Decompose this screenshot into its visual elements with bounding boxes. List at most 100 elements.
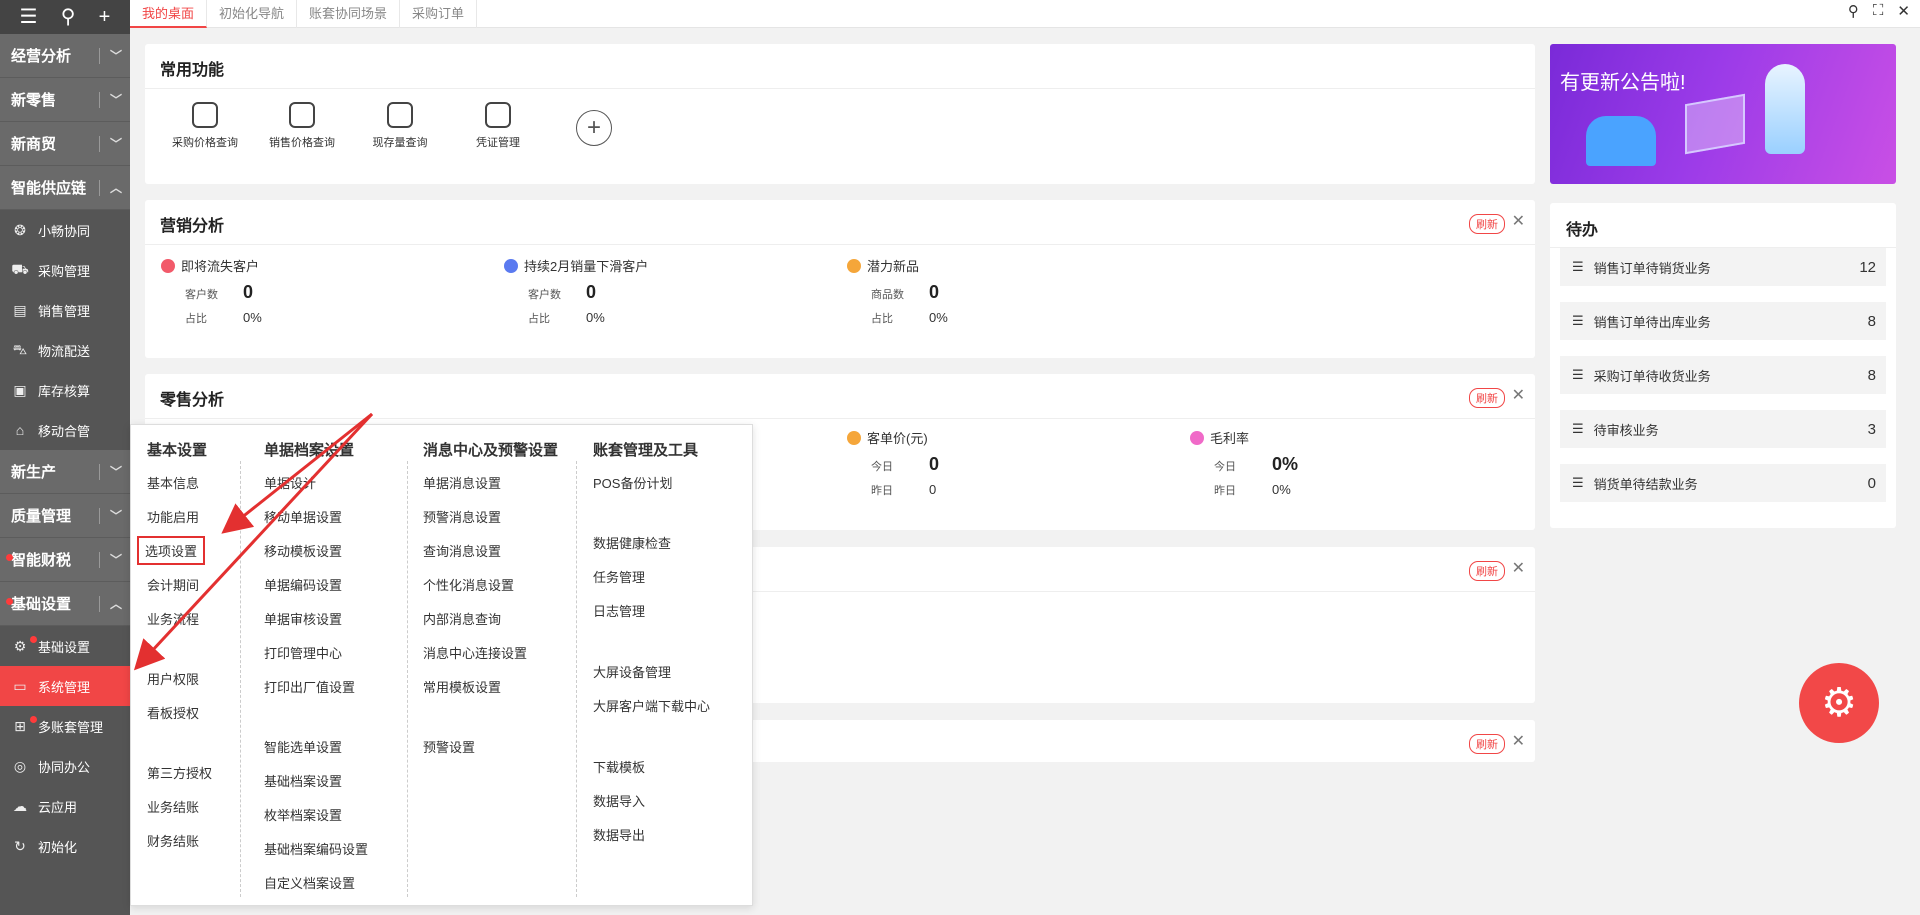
fullscreen-icon[interactable]: ⛶ — [1873, 2, 1884, 20]
menu-item[interactable]: 基本信息 — [147, 473, 199, 492]
menu-item[interactable]: 数据导入 — [593, 791, 645, 810]
announcement-banner[interactable]: 有更新公告啦! — [1550, 44, 1896, 184]
chevron-down-icon: ﹀ — [110, 509, 123, 523]
func-purchase-price[interactable]: 采购价格查询 — [160, 102, 250, 150]
sidebar-group-smart-supply[interactable]: 智能供应链 ︿ — [0, 166, 130, 210]
todo-item[interactable]: ☰ 销货单待结款业务 0 — [1560, 464, 1886, 502]
tab-init-nav[interactable]: 初始化导航 — [207, 0, 298, 28]
todo-label: 采购订单待收货业务 — [1593, 368, 1711, 384]
add-function-button[interactable]: + — [576, 110, 612, 146]
close-icon[interactable]: ✕ — [1512, 385, 1525, 405]
refresh-icon: ↻ — [14, 837, 26, 854]
menu-item[interactable]: 内部消息查询 — [423, 609, 501, 628]
settings-gear-button[interactable]: ⚙ — [1799, 663, 1879, 743]
menu-item[interactable]: 数据导出 — [593, 825, 645, 844]
sidebar-item-logistics[interactable]: ⛍ 物流配送 — [0, 330, 130, 370]
cloud-icon: ☁ — [13, 797, 27, 814]
menu-item[interactable]: 智能选单设置 — [264, 737, 342, 756]
tab-account-collab[interactable]: 账套协同场景 — [297, 0, 401, 28]
menu-item[interactable]: 会计期间 — [147, 575, 199, 594]
menu-item[interactable]: 移动单据设置 — [264, 507, 342, 526]
sidebar-group-business-analysis[interactable]: 经营分析 ﹀ — [0, 34, 130, 78]
sidebar-item-collab-office[interactable]: ◎ 协同办公 — [0, 746, 130, 786]
menu-item[interactable]: 任务管理 — [593, 567, 645, 586]
menu-item[interactable]: 日志管理 — [593, 601, 645, 620]
tab-purchase-order[interactable]: 采购订单 — [400, 0, 478, 28]
close-icon[interactable]: ✕ — [1512, 211, 1525, 231]
menu-item[interactable]: 第三方授权 — [147, 763, 212, 782]
menu-item[interactable]: 消息中心连接设置 — [423, 643, 527, 662]
refresh-button[interactable]: 刷新 — [1469, 214, 1505, 234]
close-icon[interactable]: ✕ — [1897, 2, 1910, 20]
menu-item[interactable]: 自定义档案设置 — [264, 873, 355, 892]
metric-value: 0% — [586, 310, 605, 325]
menu-item-options[interactable]: 选项设置 — [136, 536, 206, 565]
todo-item[interactable]: ☰ 销售订单待出库业务 8 — [1560, 302, 1886, 340]
refresh-button[interactable]: 刷新 — [1469, 388, 1505, 408]
menu-item[interactable]: 移动模板设置 — [264, 541, 342, 560]
menu-item[interactable]: 常用模板设置 — [423, 677, 501, 696]
menu-item[interactable]: 单据审核设置 — [264, 609, 342, 628]
search-icon[interactable]: ⚲ — [61, 7, 76, 27]
sidebar-item-xiaochang[interactable]: ❂ 小畅协同 — [0, 210, 130, 250]
sidebar-item-purchase[interactable]: ⛟ 采购管理 — [0, 250, 130, 290]
todo-item[interactable]: ☰ 待审核业务 3 — [1560, 410, 1886, 448]
menu-item[interactable]: POS备份计划 — [593, 473, 672, 492]
menu-item[interactable]: 查询消息设置 — [423, 541, 501, 560]
sidebar-item-label: 移动合管 — [38, 423, 91, 439]
menu-item[interactable]: 用户权限 — [147, 669, 199, 688]
close-icon[interactable]: ✕ — [1512, 558, 1525, 578]
search-icon[interactable]: ⚲ — [1848, 2, 1859, 20]
func-stock-query[interactable]: 现存量查询 — [355, 102, 445, 150]
close-icon[interactable]: ✕ — [1512, 731, 1525, 751]
menu-item[interactable]: 预警消息设置 — [423, 507, 501, 526]
sidebar-item-cloud-apps[interactable]: ☁ 云应用 — [0, 786, 130, 826]
menu-item[interactable]: 业务流程 — [147, 609, 199, 628]
todo-item[interactable]: ☰ 采购订单待收货业务 8 — [1560, 356, 1886, 394]
menu-item[interactable]: 功能启用 — [147, 507, 199, 526]
divider — [145, 418, 1535, 419]
menu-item[interactable]: 数据健康检查 — [593, 533, 671, 552]
menu-item[interactable]: 看板授权 — [147, 703, 199, 722]
sidebar-item-initialize[interactable]: ↻ 初始化 — [0, 826, 130, 866]
sidebar-group-new-trade[interactable]: 新商贸 ﹀ — [0, 122, 130, 166]
sidebar-group-new-retail[interactable]: 新零售 ﹀ — [0, 78, 130, 122]
plus-icon[interactable]: + — [99, 7, 111, 27]
todo-label: 销货单待结款业务 — [1593, 476, 1698, 492]
menu-item[interactable]: 单据编码设置 — [264, 575, 342, 594]
menu-item[interactable]: 个性化消息设置 — [423, 575, 514, 594]
refresh-button[interactable]: 刷新 — [1469, 734, 1505, 754]
menu-item[interactable]: 基础档案设置 — [264, 771, 342, 790]
sidebar-item-inventory[interactable]: ▣ 库存核算 — [0, 370, 130, 410]
menu-item[interactable]: 大屏客户端下载中心 — [593, 696, 710, 715]
menu-icon[interactable]: ☰ — [20, 7, 38, 27]
sidebar-group-basic-settings[interactable]: 基础设置 ︿ — [0, 582, 130, 626]
sidebar-group-smart-tax[interactable]: 智能财税 ﹀ — [0, 538, 130, 582]
func-sales-price[interactable]: 销售价格查询 — [257, 102, 347, 150]
gear-icon: ⚙ — [1821, 681, 1857, 725]
menu-item[interactable]: 基础档案编码设置 — [264, 839, 368, 858]
sidebar-group-new-production[interactable]: 新生产 ﹀ — [0, 450, 130, 494]
sidebar-item-multi-account[interactable]: ⊞ 多账套管理 — [0, 706, 130, 746]
sidebar-item-basic-settings[interactable]: ⚙ 基础设置 — [0, 626, 130, 666]
sidebar-group-quality[interactable]: 质量管理 ﹀ — [0, 494, 130, 538]
menu-item[interactable]: 大屏设备管理 — [593, 662, 671, 681]
list-icon: ☰ — [1572, 421, 1584, 436]
menu-item[interactable]: 打印出厂值设置 — [264, 677, 355, 696]
tab-my-desktop[interactable]: 我的桌面 — [130, 0, 208, 28]
menu-item[interactable]: 财务结账 — [147, 831, 199, 850]
menu-item[interactable]: 业务结账 — [147, 797, 199, 816]
menu-item[interactable]: 枚举档案设置 — [264, 805, 342, 824]
menu-item[interactable]: 单据设计 — [264, 473, 316, 492]
todo-item[interactable]: ☰ 销售订单待销货业务 12 — [1560, 248, 1886, 286]
func-voucher[interactable]: 凭证管理 — [453, 102, 543, 150]
sidebar-item-mobile-warehouse[interactable]: ⌂ 移动合管 — [0, 410, 130, 450]
menu-item[interactable]: 下载模板 — [593, 757, 645, 776]
menu-item[interactable]: 单据消息设置 — [423, 473, 501, 492]
refresh-button[interactable]: 刷新 — [1469, 561, 1505, 581]
menu-item[interactable]: 打印管理中心 — [264, 643, 342, 662]
sidebar-item-system-management[interactable]: ▭ 系统管理 — [0, 666, 142, 706]
menu-item[interactable]: 预警设置 — [423, 737, 475, 756]
metric-value: 0% — [1272, 482, 1291, 497]
sidebar-item-sales[interactable]: ▤ 销售管理 — [0, 290, 130, 330]
